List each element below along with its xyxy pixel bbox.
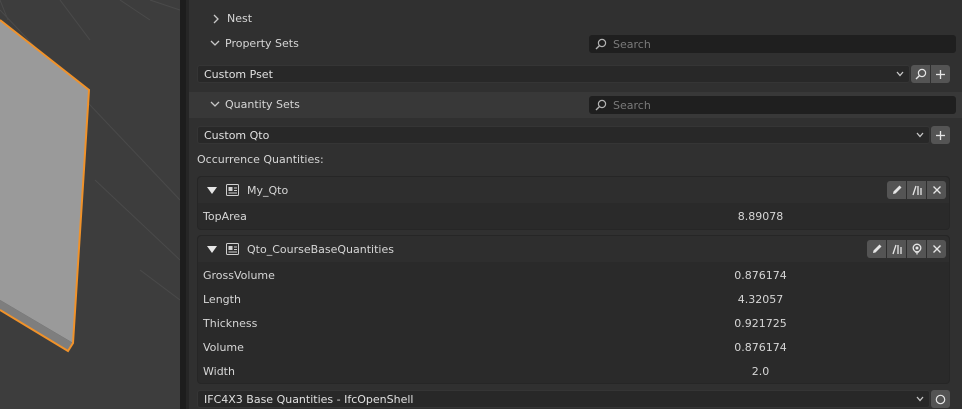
custom-pset-value: Custom Pset — [204, 67, 273, 81]
quantity-value: 4.32057 — [737, 293, 784, 306]
quantity-row: Length 4.32057 — [198, 288, 949, 312]
remove-qset-button[interactable] — [927, 240, 946, 258]
quantity-row: Thickness 0.921725 — [198, 312, 949, 336]
circle-icon — [935, 394, 946, 404]
qset-name: Qto_CourseBaseQuantities — [247, 243, 394, 256]
chevron-down-icon — [916, 396, 924, 402]
quantity-value: 0.921725 — [734, 317, 787, 330]
3d-viewport[interactable] — [0, 0, 180, 409]
viewport-scene — [0, 0, 180, 353]
measure-icon — [911, 185, 922, 196]
occurrence-quantities-label: Occurrence Quantities: — [197, 153, 324, 166]
plus-icon — [936, 130, 945, 140]
chevron-right-icon — [213, 14, 219, 24]
qset-header[interactable]: My_Qto — [198, 177, 949, 203]
quantity-name: Volume — [203, 341, 244, 354]
quantity-sets-search[interactable]: Search — [589, 96, 956, 114]
chevron-down-icon — [210, 40, 220, 46]
quantity-name: Width — [203, 365, 235, 378]
close-icon — [932, 186, 941, 194]
pencil-icon — [872, 244, 881, 253]
property-set-icon — [226, 184, 239, 196]
qset-name: My_Qto — [247, 184, 289, 197]
search-pset-button[interactable] — [911, 65, 930, 83]
add-qto-button[interactable] — [931, 126, 950, 144]
base-quantities-value: IFC4X3 Base Quantities - IfcOpenShell — [204, 392, 414, 406]
pencil-icon — [892, 185, 901, 194]
property-sets-label: Property Sets — [225, 37, 299, 50]
qset-actions — [867, 240, 946, 258]
collapse-triangle-icon[interactable] — [207, 246, 217, 253]
custom-qto-dropdown[interactable]: Custom Qto — [197, 126, 930, 144]
quantity-row: Width 2.0 — [198, 360, 949, 384]
chevron-down-icon — [896, 71, 904, 77]
properties-panel: Nest Property Sets Search Custom Pset Qu… — [189, 0, 962, 409]
quantity-value: 8.89078 — [737, 210, 784, 223]
quantity-sets-header[interactable]: Quantity Sets — [209, 95, 589, 115]
base-quantities-dropdown[interactable]: IFC4X3 Base Quantities - IfcOpenShell — [197, 390, 930, 408]
measure-icon — [891, 244, 902, 255]
qset-actions — [887, 181, 946, 199]
quantity-name: Thickness — [203, 317, 258, 330]
qset-box-course-base-quantities: Qto_CourseBaseQuantities GrossVolume 0.8… — [197, 235, 950, 384]
quantity-sets-search-placeholder: Search — [613, 98, 651, 112]
quantity-name: GrossVolume — [203, 269, 275, 282]
calculate-qset-button[interactable] — [887, 240, 906, 258]
badge-icon — [912, 243, 921, 255]
plus-icon — [936, 69, 945, 79]
search-icon — [915, 68, 926, 80]
qset-box-my-qto: My_Qto TopArea 8.89078 — [197, 176, 950, 230]
property-set-icon — [226, 243, 239, 255]
quantity-name: Length — [203, 293, 241, 306]
property-sets-search-placeholder: Search — [613, 37, 651, 51]
edit-qset-button[interactable] — [867, 240, 886, 258]
calculate-qset-button[interactable] — [907, 181, 926, 199]
template-qset-button[interactable] — [907, 240, 926, 258]
property-sets-search[interactable]: Search — [589, 35, 956, 53]
nest-subpanel-header[interactable]: Nest — [209, 10, 409, 28]
custom-pset-dropdown[interactable]: Custom Pset — [197, 65, 910, 83]
quantity-sets-label: Quantity Sets — [225, 98, 300, 111]
chevron-down-icon — [916, 132, 924, 138]
quantity-value: 0.876174 — [734, 269, 787, 282]
remove-qset-button[interactable] — [927, 181, 946, 199]
add-base-quantities-button[interactable] — [931, 390, 950, 408]
quantity-value: 0.876174 — [734, 341, 787, 354]
nest-label: Nest — [227, 12, 253, 25]
collapse-triangle-icon[interactable] — [207, 187, 217, 194]
close-icon — [932, 245, 941, 253]
chevron-down-icon — [210, 101, 220, 107]
custom-qto-value: Custom Qto — [204, 128, 270, 142]
edit-qset-button[interactable] — [887, 181, 906, 199]
search-icon — [595, 99, 607, 111]
quantity-value: 2.0 — [751, 365, 770, 378]
search-icon — [595, 38, 607, 50]
add-pset-button[interactable] — [931, 65, 950, 83]
property-sets-header[interactable]: Property Sets — [209, 34, 589, 54]
quantity-row: TopArea 8.89078 — [198, 205, 949, 229]
quantity-row: GrossVolume 0.876174 — [198, 264, 949, 288]
qset-header[interactable]: Qto_CourseBaseQuantities — [198, 236, 949, 262]
quantity-row: Volume 0.876174 — [198, 336, 949, 360]
quantity-name: TopArea — [203, 210, 247, 223]
